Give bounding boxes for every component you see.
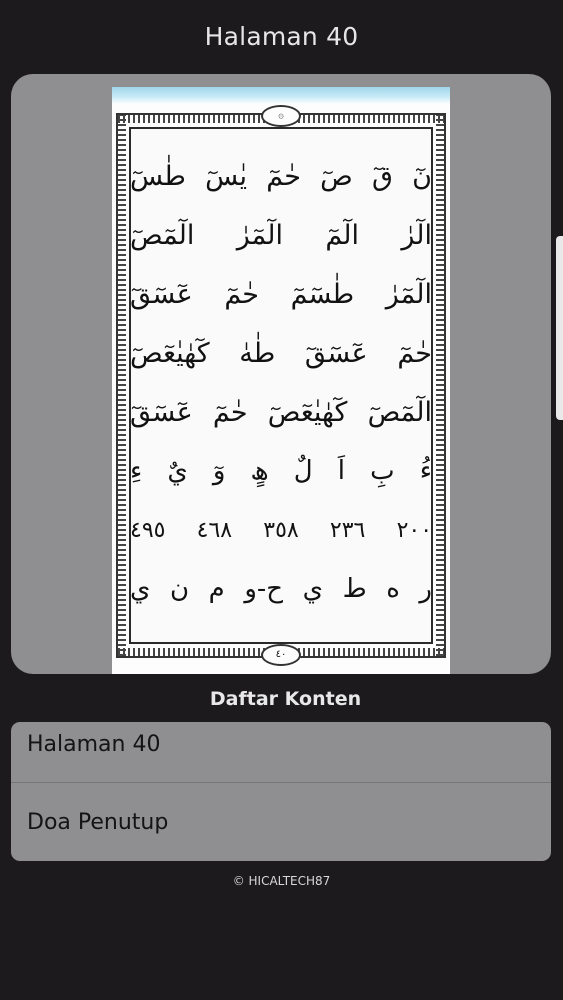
arabic-line: نٓ قٓ صٓ حٰمٓ يٰسٓ طٰسٓ bbox=[130, 161, 432, 192]
arabic-line: الٓرٰ الٓمٓ الٓمٓرٰ الٓمٓصٓ bbox=[130, 220, 432, 251]
scroll-handle[interactable] bbox=[556, 236, 563, 420]
arabic-line: الٓمٓصٓ كٓهٰيٰعٓصٓ حٰمٓ عٓسٓقٓ bbox=[130, 397, 432, 428]
list-item-halaman-40[interactable]: Halaman 40 bbox=[11, 722, 551, 782]
copyright-footer: © HICALTECH87 bbox=[232, 874, 331, 888]
list-item-doa-penutup[interactable]: Doa Penutup bbox=[11, 782, 551, 861]
page-top-band bbox=[112, 87, 450, 103]
page-title: Halaman 40 bbox=[204, 22, 359, 51]
arabic-line: حٰمٓ عٓسٓقٓ طٰهٰ كٓهٰيٰعٓصٓ bbox=[130, 338, 432, 369]
content-list: Halaman 40 Doa Penutup bbox=[11, 722, 551, 861]
arabic-number-line: ٢٠٠ ٢٣٦ ٣٥٨ ٤٦٨ ٤٩٥ bbox=[130, 518, 432, 543]
mushaf-page-image[interactable]: ۞ ٤٠ نٓ قٓ صٓ حٰمٓ يٰسٓ طٰسٓ الٓرٰ الٓمٓ… bbox=[112, 87, 450, 674]
arabic-text-block: نٓ قٓ صٓ حٰمٓ يٰسٓ طٰسٓ الٓرٰ الٓمٓ الٓم… bbox=[130, 147, 432, 619]
arabic-line: الٓمٓرٰ طٰسٓمٓ حٰمٓ عٓسٓقٓ bbox=[130, 279, 432, 310]
page-number-medallion: ٤٠ bbox=[261, 644, 301, 666]
top-medallion-icon: ۞ bbox=[261, 105, 301, 127]
content-list-title: Daftar Konten bbox=[209, 688, 362, 710]
page-image-viewer[interactable]: ۞ ٤٠ نٓ قٓ صٓ حٰمٓ يٰسٓ طٰسٓ الٓرٰ الٓمٓ… bbox=[11, 74, 551, 674]
arabic-line: ءُ بِ اَ لٌ ھٍ وٓ يٌ ءِ bbox=[130, 456, 432, 486]
arabic-line: ر ه ط ي ح-و م ن ي bbox=[130, 574, 432, 604]
